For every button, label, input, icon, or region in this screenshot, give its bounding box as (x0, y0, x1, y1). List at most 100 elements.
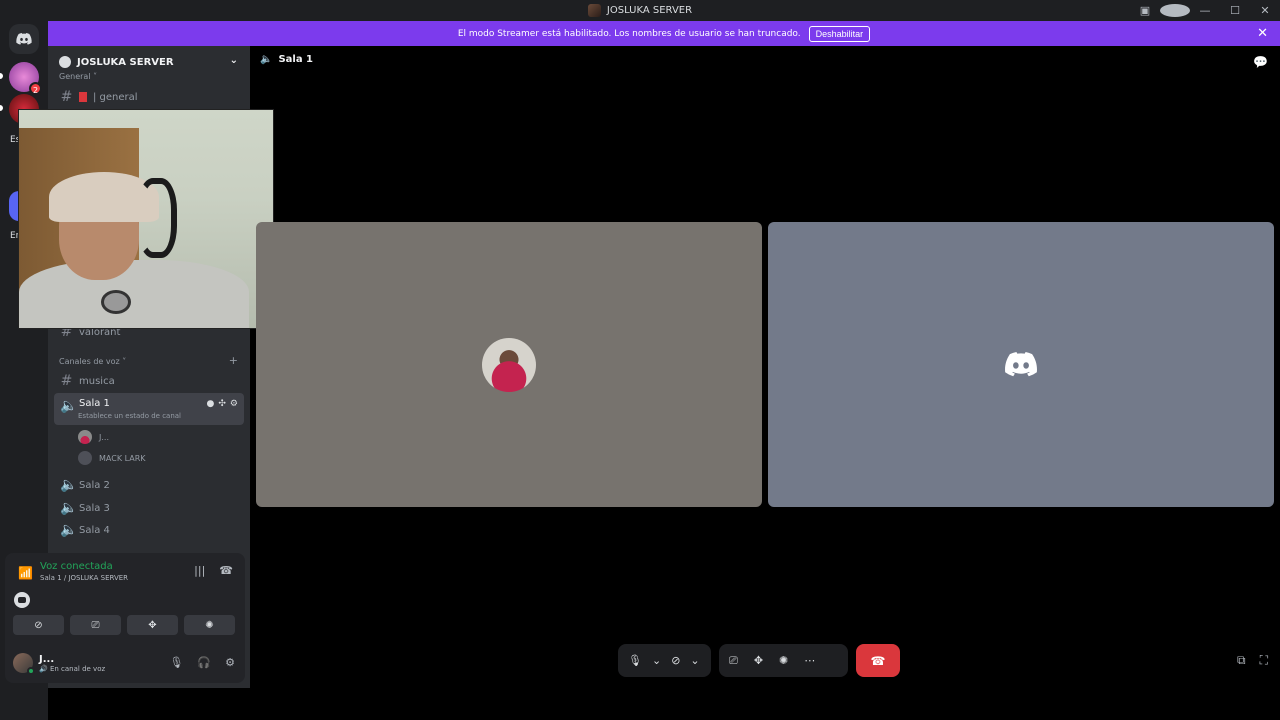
online-status-icon (27, 667, 35, 675)
fullscreen-icon[interactable]: ⛶ (1260, 653, 1268, 668)
discord-home-button[interactable] (9, 24, 39, 54)
add-channel-icon[interactable]: + (229, 354, 238, 367)
help-icon[interactable]: ? (1160, 4, 1190, 17)
minimize-button[interactable]: — (1190, 4, 1220, 17)
channel-musica[interactable]: # musica (54, 371, 244, 391)
voice-status[interactable]: Voz conectada (40, 561, 113, 572)
channel-actions: ● ✣ ⚙ (207, 399, 238, 409)
server-name: JOSLUKA SERVER (77, 56, 174, 68)
mic-camera-controls: 🎙 ⌄ ⊘ ⌄ (618, 644, 711, 677)
activity-icon[interactable] (14, 592, 30, 608)
voice-member[interactable]: J... (78, 430, 109, 444)
camera-off-icon: ⊘ (34, 619, 43, 631)
banner-text: El modo Streamer está habilitado. Los no… (457, 28, 801, 39)
server-icon (59, 56, 71, 68)
maximize-button[interactable]: ☐ (1220, 4, 1250, 17)
window-controls: ▣ ? — ☐ ✕ (1130, 0, 1280, 21)
camera-off-icon[interactable]: ⊘ (671, 654, 680, 667)
disable-streamer-button[interactable]: Deshabilitar (808, 25, 871, 42)
chat-bubble-icon[interactable]: 💬 (1253, 55, 1268, 69)
voice-location: Sala 1 / JOSLUKA SERVER (40, 574, 129, 582)
hang-up-icon: ☎ (870, 653, 886, 668)
server-icon-1[interactable]: 2 (9, 62, 42, 95)
soundboard-icon[interactable]: ✺ (779, 654, 788, 667)
screen-share-icon[interactable]: ⎚ (729, 654, 738, 668)
chevron-down-icon[interactable]: ⌄ (652, 654, 661, 667)
voice-member[interactable]: MACK LARK (78, 451, 146, 465)
chat-bubble-icon[interactable]: ● (207, 399, 215, 409)
unread-pip (0, 105, 3, 111)
pop-out-icon[interactable]: ⧉ (1237, 653, 1246, 668)
chevron-down-icon[interactable]: ⌄ (690, 654, 699, 667)
close-window-button[interactable]: ✕ (1250, 4, 1280, 17)
soundboard-button[interactable]: ✺ (184, 615, 235, 635)
activities-button[interactable]: ✥ (127, 615, 178, 635)
webcam-overlay[interactable] (18, 109, 274, 329)
microphone-icon[interactable]: 🎙 (628, 654, 642, 667)
speaker-icon: 🔈 (60, 398, 78, 414)
voice-channel-sala-2[interactable]: 🔈 Sala 2 (54, 475, 244, 495)
username: J... (39, 653, 55, 665)
voice-channel-active[interactable]: 🔈 Sala 1 Establece un estado de canal ● … (54, 393, 244, 425)
voice-channel-sala-4[interactable]: 🔈 Sala 4 (54, 520, 244, 540)
signal-icon: 📶 (18, 566, 33, 580)
avatar (78, 451, 92, 465)
avatar (13, 653, 35, 675)
channel-general[interactable]: # | general (54, 87, 244, 107)
microphone-icon[interactable]: 🎙 (169, 656, 183, 669)
mention-badge: 2 (29, 82, 42, 95)
user-panel: 📶 Voz conectada Sala 1 / JOSLUKA SERVER … (5, 553, 245, 683)
discord-logo-icon (1005, 352, 1037, 377)
soundboard-icon: ✺ (205, 619, 214, 631)
streamer-mode-banner: El modo Streamer está habilitado. Los no… (48, 21, 1280, 46)
user-controls: 🎙 🎧 ⚙ (169, 656, 235, 669)
close-icon[interactable]: ✕ (1257, 26, 1268, 41)
speaker-icon: 🔈 (60, 477, 78, 493)
webcam-headphones (137, 178, 177, 258)
activities-icon: ✥ (148, 619, 157, 631)
call-action-controls: ⎚ ✥ ✺ ⋯ (719, 644, 848, 677)
speaker-icon: 🔈 (60, 500, 78, 516)
channel-status[interactable]: Establece un estado de canal (78, 412, 181, 420)
category-general[interactable]: General ˅ (59, 72, 97, 81)
call-channel-name: Sala 1 (278, 54, 314, 65)
category-voice[interactable]: Canales de voz ˅ (59, 357, 126, 366)
current-user[interactable]: J... 🔊 En canal de voz (13, 653, 106, 675)
server-avatar-icon (587, 4, 601, 17)
view-controls: ⧉ ⛶ (1237, 653, 1268, 668)
discord-logo-icon (16, 33, 32, 45)
inbox-icon[interactable]: ▣ (1130, 4, 1160, 17)
voice-actions: ||| ☎ (194, 564, 233, 577)
avatar (78, 430, 92, 444)
hash-icon: # (60, 89, 73, 105)
screen-share-button[interactable]: ⎚ (70, 615, 121, 635)
headphones-icon[interactable]: 🎧 (197, 656, 211, 669)
user-status: 🔊 En canal de voz (39, 664, 106, 673)
disconnect-icon[interactable]: ☎ (219, 564, 233, 577)
screen-share-icon: ⎚ (91, 619, 100, 631)
invite-icon[interactable]: ✣ (218, 399, 226, 409)
gear-icon[interactable]: ⚙ (230, 399, 238, 409)
camera-off-button[interactable]: ⊘ (13, 615, 64, 635)
book-emoji-icon (79, 92, 87, 102)
participant-tile-2[interactable] (768, 222, 1274, 507)
webcam-person-body (19, 260, 249, 328)
noise-suppression-icon[interactable]: ||| (194, 564, 205, 577)
voice-buttons: ⊘ ⎚ ✥ ✺ (13, 615, 235, 635)
window-titlebar: JOSLUKA SERVER ▣ ? — ☐ ✕ (0, 0, 1280, 21)
speaker-icon: 🔈 (260, 54, 273, 65)
voice-channel-sala-3[interactable]: 🔈 Sala 3 (54, 498, 244, 518)
more-options-icon[interactable]: ⋯ (804, 654, 815, 667)
window-title-group: JOSLUKA SERVER (587, 4, 693, 17)
leave-call-button[interactable]: ☎ (856, 644, 900, 677)
avatar (482, 337, 536, 392)
hash-icon: # (60, 373, 73, 389)
webcam-microphone (101, 290, 131, 314)
activities-icon[interactable]: ✥ (754, 654, 763, 667)
call-header: 🔈 Sala 1 (260, 54, 313, 65)
chevron-down-icon: ⌄ (229, 55, 238, 66)
gear-icon[interactable]: ⚙ (225, 656, 235, 669)
speaker-icon: 🔈 (60, 522, 78, 538)
participant-tile-1[interactable] (256, 222, 762, 507)
window-title: JOSLUKA SERVER (606, 5, 693, 16)
